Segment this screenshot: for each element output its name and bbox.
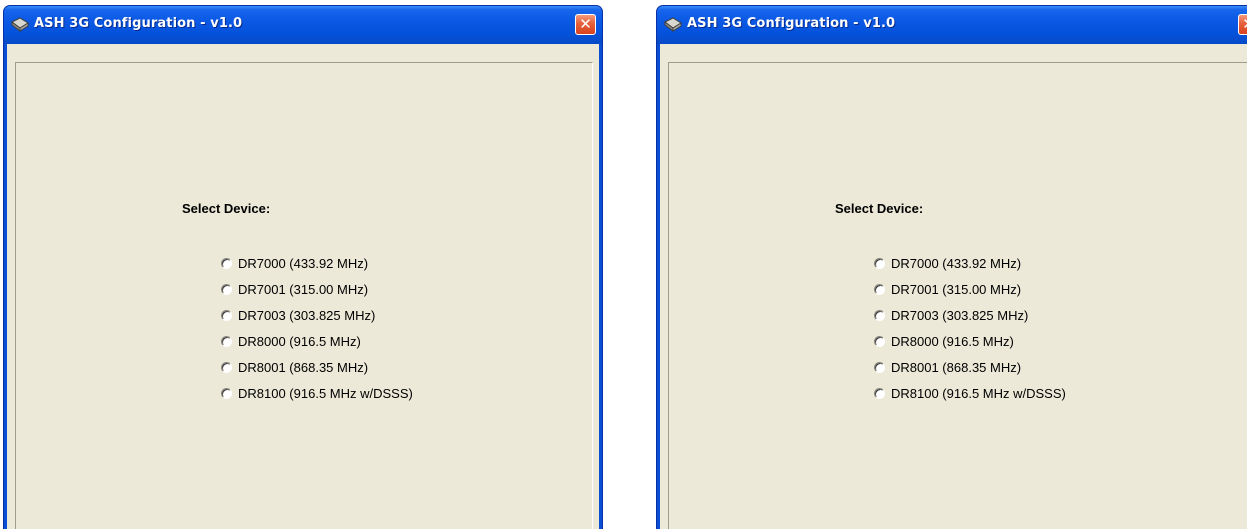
radio-unchecked-icon[interactable] <box>221 283 232 295</box>
title-bar[interactable]: ASH 3G Configuration - v1.0 ✕ <box>657 6 1247 44</box>
device-option-label[interactable]: DR7001 (315.00 MHz) <box>891 282 1021 297</box>
device-panel: Select Device: DR7000 (433.92 MHz) DR700… <box>668 62 1247 529</box>
window-client-area: Select Device: DR7000 (433.92 MHz) DR700… <box>7 44 599 529</box>
radio-unchecked-icon[interactable] <box>221 335 232 347</box>
radio-unchecked-icon[interactable] <box>874 361 885 373</box>
device-option-label[interactable]: DR7000 (433.92 MHz) <box>891 256 1021 271</box>
device-option-dr8000[interactable]: DR8000 (916.5 MHz) <box>874 328 1066 354</box>
window-client-area: Select Device: DR7000 (433.92 MHz) DR700… <box>660 44 1247 529</box>
close-button[interactable]: ✕ <box>1238 14 1247 35</box>
select-device-label: Select Device: <box>182 201 271 216</box>
device-option-label[interactable]: DR7003 (303.825 MHz) <box>891 308 1028 323</box>
device-option-label[interactable]: DR8100 (916.5 MHz w/DSSS) <box>891 386 1066 401</box>
device-option-dr8001[interactable]: DR8001 (868.35 MHz) <box>874 354 1066 380</box>
radio-unchecked-icon[interactable] <box>874 257 885 269</box>
device-option-dr7003[interactable]: DR7003 (303.825 MHz) <box>221 302 413 328</box>
radio-unchecked-icon[interactable] <box>874 309 885 321</box>
radio-unchecked-icon[interactable] <box>874 283 885 295</box>
close-icon: ✕ <box>579 15 592 33</box>
device-option-label[interactable]: DR8000 (916.5 MHz) <box>238 334 361 349</box>
device-panel: Select Device: DR7000 (433.92 MHz) DR700… <box>15 62 593 529</box>
app-icon[interactable] <box>664 17 682 33</box>
title-bar[interactable]: ASH 3G Configuration - v1.0 ✕ <box>4 6 602 44</box>
device-option-dr8001[interactable]: DR8001 (868.35 MHz) <box>221 354 413 380</box>
radio-unchecked-icon[interactable] <box>221 361 232 373</box>
device-option-label[interactable]: DR7001 (315.00 MHz) <box>238 282 368 297</box>
radio-unchecked-icon[interactable] <box>221 309 232 321</box>
device-option-dr7001[interactable]: DR7001 (315.00 MHz) <box>874 276 1066 302</box>
radio-unchecked-icon[interactable] <box>221 257 232 269</box>
device-option-dr7000[interactable]: DR7000 (433.92 MHz) <box>221 250 413 276</box>
config-window-right: ASH 3G Configuration - v1.0 ✕ Select Dev… <box>656 5 1247 529</box>
device-option-label[interactable]: DR8001 (868.35 MHz) <box>891 360 1021 375</box>
device-option-label[interactable]: DR8000 (916.5 MHz) <box>891 334 1014 349</box>
device-radio-group: DR7000 (433.92 MHz) DR7001 (315.00 MHz) … <box>221 250 413 406</box>
device-option-label[interactable]: DR8100 (916.5 MHz w/DSSS) <box>238 386 413 401</box>
radio-unchecked-icon[interactable] <box>874 335 885 347</box>
device-option-label[interactable]: DR8001 (868.35 MHz) <box>238 360 368 375</box>
device-option-label[interactable]: DR7003 (303.825 MHz) <box>238 308 375 323</box>
config-window-left: ASH 3G Configuration - v1.0 ✕ Select Dev… <box>3 5 603 529</box>
window-title: ASH 3G Configuration - v1.0 <box>34 16 243 31</box>
window-title: ASH 3G Configuration - v1.0 <box>687 16 896 31</box>
radio-unchecked-icon[interactable] <box>221 387 232 399</box>
device-option-dr8000[interactable]: DR8000 (916.5 MHz) <box>221 328 413 354</box>
radio-unchecked-icon[interactable] <box>874 387 885 399</box>
close-button[interactable]: ✕ <box>575 14 596 35</box>
device-option-dr8100[interactable]: DR8100 (916.5 MHz w/DSSS) <box>221 380 413 406</box>
device-option-dr7001[interactable]: DR7001 (315.00 MHz) <box>221 276 413 302</box>
device-radio-group: DR7000 (433.92 MHz) DR7001 (315.00 MHz) … <box>874 250 1066 406</box>
device-option-dr7003[interactable]: DR7003 (303.825 MHz) <box>874 302 1066 328</box>
device-option-label[interactable]: DR7000 (433.92 MHz) <box>238 256 368 271</box>
device-option-dr8100[interactable]: DR8100 (916.5 MHz w/DSSS) <box>874 380 1066 406</box>
select-device-label: Select Device: <box>835 201 924 216</box>
app-icon[interactable] <box>11 17 29 33</box>
close-icon: ✕ <box>1242 15 1247 33</box>
device-option-dr7000[interactable]: DR7000 (433.92 MHz) <box>874 250 1066 276</box>
